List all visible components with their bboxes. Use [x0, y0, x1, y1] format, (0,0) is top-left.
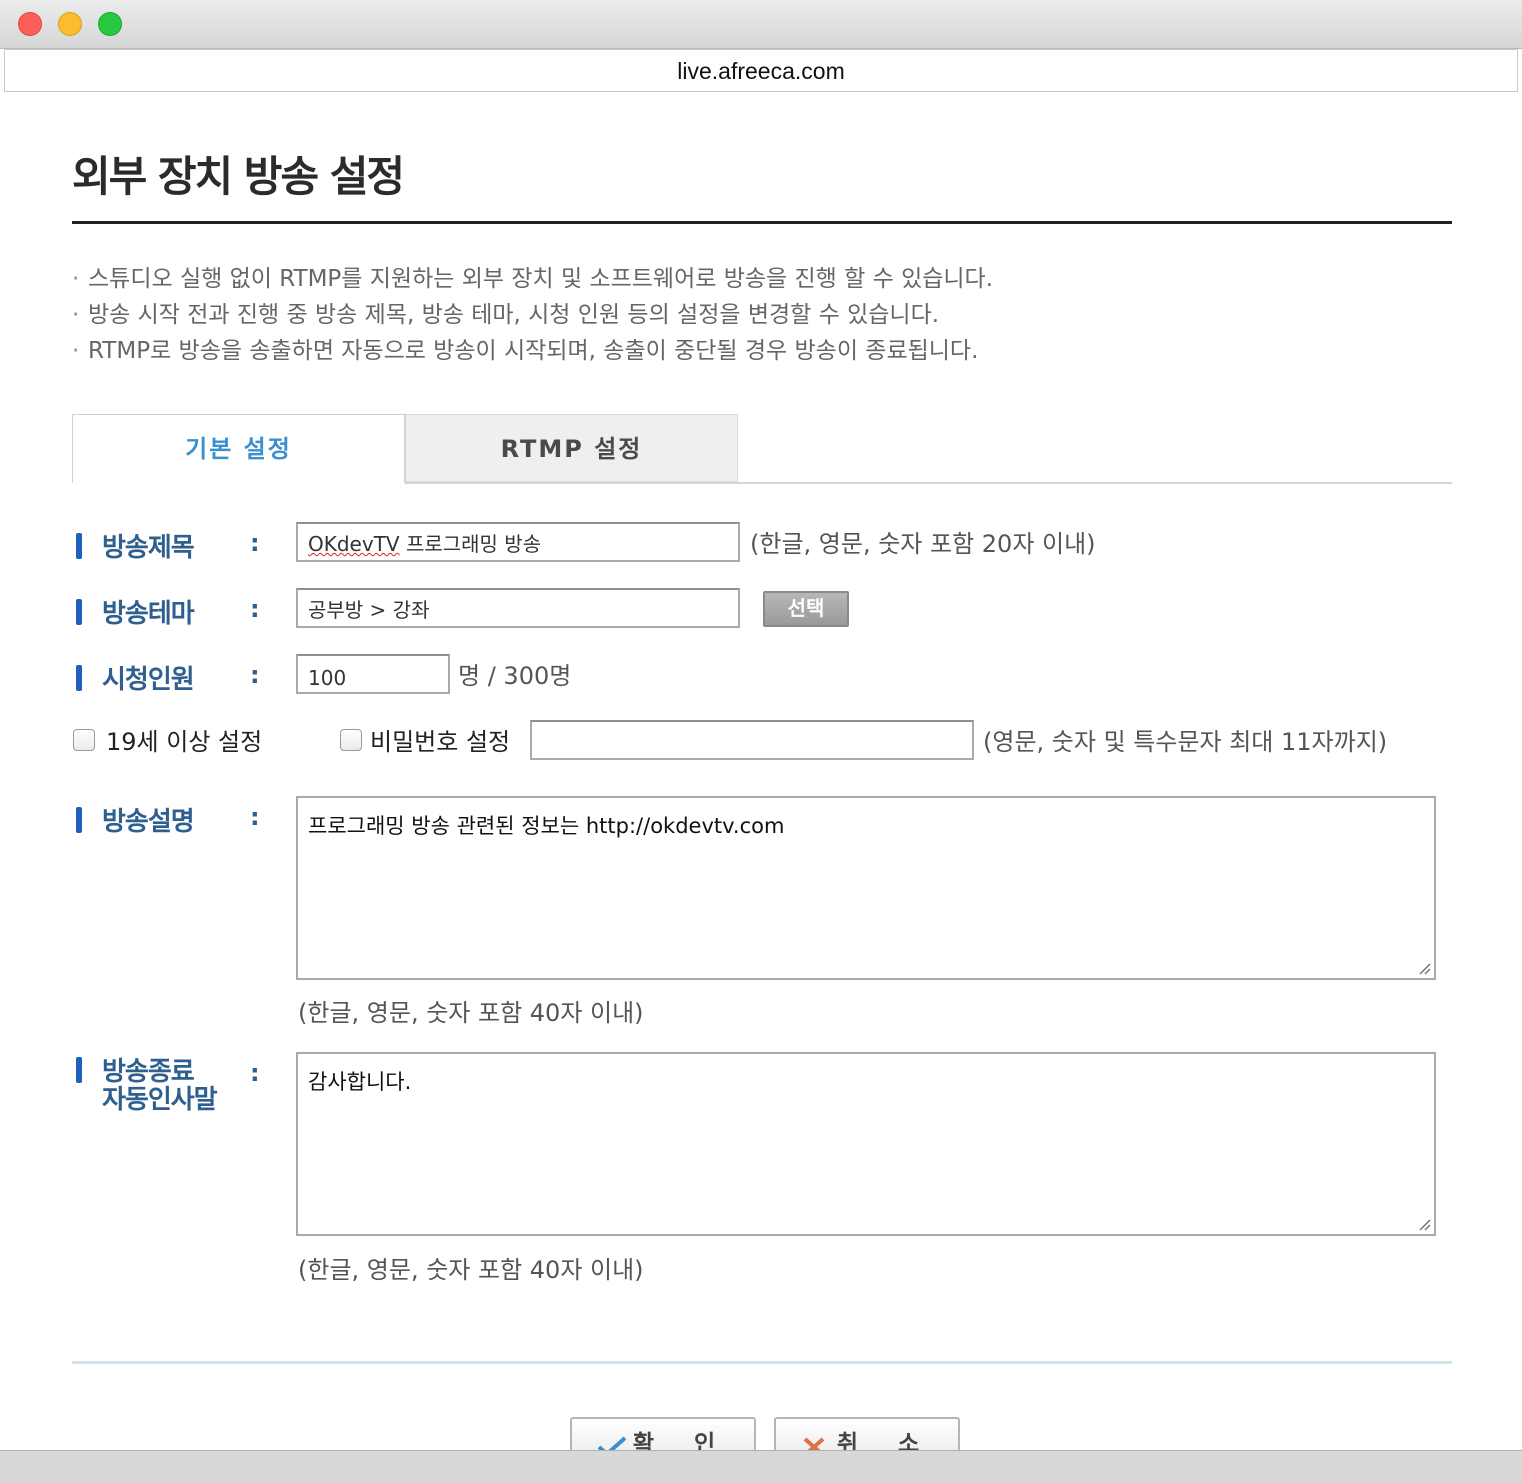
- viewer-count-input[interactable]: 100: [296, 654, 450, 694]
- farewell-message-textarea[interactable]: 감사합니다.: [296, 1052, 1436, 1236]
- viewer-count-max: 명 / 300명: [458, 662, 572, 690]
- broadcast-description-value: 프로그래밍 방송 관련된 정보는 http://okdevtv.com: [308, 814, 785, 838]
- note-bullet: ·: [72, 338, 80, 364]
- resize-grip-icon[interactable]: [1417, 961, 1431, 975]
- adult-only-label: 19세 이상 설정: [106, 728, 263, 756]
- zoom-window-button[interactable]: [98, 12, 122, 36]
- farewell-message-hint: (한글, 영문, 숫자 포함 40자 이내): [298, 1256, 644, 1284]
- label-marker: [76, 807, 82, 833]
- tab-rtmp-settings[interactable]: RTMP 설정: [405, 414, 738, 482]
- broadcast-title-input[interactable]: OKdevTV 프로그래밍 방송: [296, 522, 740, 562]
- broadcast-theme-input[interactable]: 공부방 > 강좌: [296, 588, 740, 628]
- minimize-window-button[interactable]: [58, 12, 82, 36]
- info-note: · 방송 시작 전과 진행 중 방송 제목, 방송 테마, 시청 인원 등의 설정…: [72, 297, 1452, 333]
- note-bullet: ·: [72, 266, 80, 292]
- broadcast-title-label-text: 방송제목: [102, 533, 195, 563]
- info-note: · RTMP로 방송을 송출하면 자동으로 방송이 시작되며, 송출이 중단될 경…: [72, 333, 1452, 369]
- title-divider: [72, 221, 1452, 224]
- bottom-divider: [72, 1361, 1452, 1364]
- viewer-count-label: 시청인원: [76, 659, 195, 696]
- note-text: RTMP로 방송을 송출하면 자동으로 방송이 시작되며, 송출이 중단될 경우…: [88, 338, 979, 364]
- info-notes: · 스튜디오 실행 없이 RTMP를 지원하는 외부 장치 및 소프트웨어로 방송…: [72, 261, 1452, 369]
- label-colon: :: [250, 595, 260, 623]
- farewell-message-label: 방송종료 자동인사말: [76, 1057, 218, 1115]
- broadcast-theme-label-text: 방송테마: [102, 599, 195, 629]
- label-colon: :: [250, 1059, 260, 1087]
- settings-tabs: 기본 설정 RTMP 설정: [72, 414, 1452, 484]
- viewer-count-label-text: 시청인원: [102, 665, 195, 695]
- label-colon: :: [250, 529, 260, 557]
- note-text: 방송 시작 전과 진행 중 방송 제목, 방송 테마, 시청 인원 등의 설정을…: [88, 302, 940, 328]
- password-input[interactable]: [530, 720, 974, 760]
- broadcast-theme-label: 방송테마: [76, 593, 195, 630]
- broadcast-description-textarea[interactable]: 프로그래밍 방송 관련된 정보는 http://okdevtv.com: [296, 796, 1436, 980]
- broadcast-title-value: 프로그래밍 방송: [399, 532, 542, 556]
- page-content: 외부 장치 방송 설정 · 스튜디오 실행 없이 RTMP를 지원하는 외부 장치…: [0, 93, 1522, 1457]
- theme-select-button[interactable]: 선택: [763, 591, 849, 627]
- note-bullet: ·: [72, 302, 80, 328]
- window-statusbar: [0, 1450, 1522, 1483]
- label-marker: [76, 665, 82, 691]
- label-marker: [76, 533, 82, 559]
- note-text: 스튜디오 실행 없이 RTMP를 지원하는 외부 장치 및 소프트웨어로 방송을…: [88, 266, 994, 292]
- password-checkbox[interactable]: [340, 729, 362, 751]
- label-marker: [76, 599, 82, 625]
- broadcast-description-label-text: 방송설명: [102, 807, 195, 837]
- password-label: 비밀번호 설정: [370, 728, 511, 756]
- farewell-message-value: 감사합니다.: [308, 1070, 412, 1094]
- label-colon: :: [250, 661, 260, 689]
- broadcast-description-label: 방송설명: [76, 801, 195, 838]
- farewell-message-label-line2: 자동인사말: [102, 1085, 218, 1115]
- adult-only-checkbox[interactable]: [73, 729, 95, 751]
- info-note: · 스튜디오 실행 없이 RTMP를 지원하는 외부 장치 및 소프트웨어로 방송…: [72, 261, 1452, 297]
- label-marker: [76, 1057, 82, 1083]
- resize-grip-icon[interactable]: [1417, 1217, 1431, 1231]
- broadcast-title-value-misspelled: OKdevTV: [308, 532, 400, 556]
- broadcast-title-hint: (한글, 영문, 숫자 포함 20자 이내): [750, 530, 1096, 558]
- window-titlebar: [0, 0, 1522, 49]
- password-hint: (영문, 숫자 및 특수문자 최대 11자까지): [983, 728, 1388, 756]
- address-bar[interactable]: live.afreeca.com: [4, 49, 1518, 92]
- page-title: 외부 장치 방송 설정: [72, 152, 405, 201]
- close-window-button[interactable]: [18, 12, 42, 36]
- farewell-message-label-line1: 방송종료: [102, 1057, 195, 1087]
- broadcast-description-hint: (한글, 영문, 숫자 포함 40자 이내): [298, 999, 644, 1027]
- broadcast-title-label: 방송제목: [76, 527, 195, 564]
- label-colon: :: [250, 803, 260, 831]
- tab-basic-settings[interactable]: 기본 설정: [72, 414, 405, 484]
